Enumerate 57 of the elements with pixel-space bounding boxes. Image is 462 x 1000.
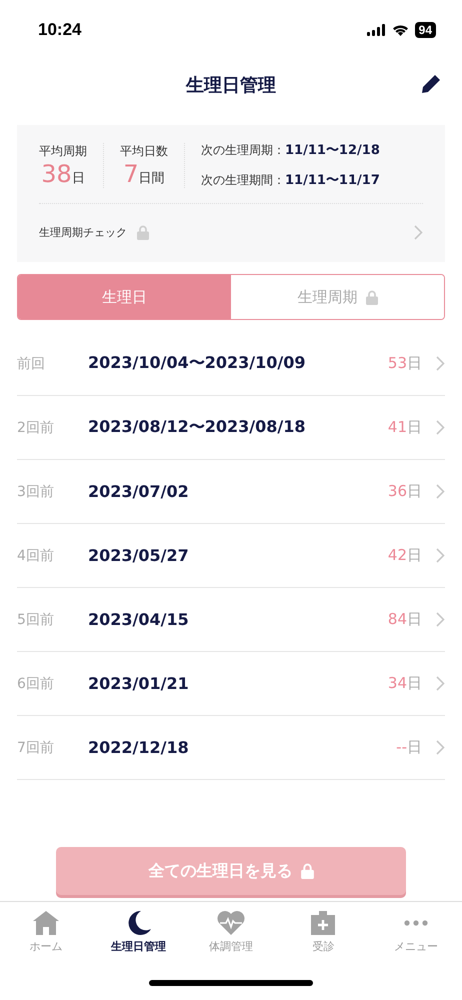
wifi-icon (392, 24, 409, 36)
record-row[interactable]: 2回前 2023/08/12〜2023/08/18 41日 (17, 396, 445, 460)
record-days: 42 日 (388, 546, 422, 565)
chevron-icon (436, 484, 445, 499)
chevron-icon (414, 225, 423, 240)
medical-bag-icon (309, 910, 338, 936)
house-icon (32, 910, 60, 936)
tab-bar-item[interactable]: 生理日管理 (92, 902, 185, 966)
chevron-icon (436, 612, 445, 627)
chevron-icon (436, 676, 445, 691)
record-days: --日 (396, 738, 422, 757)
record-dates: 2023/07/02 (88, 482, 190, 501)
pencil-icon[interactable] (420, 73, 442, 95)
next-label: 次の生理期間： (201, 172, 285, 188)
record-order: 6回前 (17, 674, 55, 692)
record-dates: 2022/12/18 (88, 738, 190, 757)
record-row[interactable]: 4回前 2023/05/27 42 日 (17, 524, 445, 588)
battery-level: 94 (414, 22, 436, 38)
record-order: 7回前 (17, 738, 55, 756)
status-time: 10:24 (38, 20, 82, 40)
record-days: 53日 (388, 354, 422, 373)
record-row[interactable]: 5回前 2023/04/15 84日 (17, 588, 445, 652)
heartbeat-icon (217, 910, 246, 936)
more-icon (404, 920, 428, 926)
record-days: 34日 (388, 674, 422, 693)
record-row[interactable]: 3回前 2023/07/02 36日 (17, 460, 445, 524)
record-order: 5回前 (17, 610, 55, 628)
cycle-check-label: 生理周期チェック (39, 225, 127, 240)
record-dates: 2023/08/12〜2023/08/18 (88, 417, 306, 438)
page-title: 生理日管理 (186, 74, 276, 97)
next-value: 11/11〜11/17 (285, 172, 380, 189)
record-days: 84日 (388, 610, 422, 629)
record-order: 2回前 (17, 418, 55, 436)
record-dates: 2023/04/15 (88, 610, 190, 629)
record-row[interactable]: 前回 2023/10/04〜2023/10/09 53日 (17, 332, 445, 396)
signal-icon (366, 24, 386, 36)
chevron-icon (436, 548, 445, 563)
record-dates: 2023/05/27 (88, 546, 190, 565)
record-order: 4回前 (17, 546, 55, 564)
record-order: 3回前 (17, 482, 55, 500)
record-dates: 2023/01/21 (88, 674, 190, 693)
stat-label: 平均周期 (39, 142, 87, 160)
record-days: 36日 (388, 482, 422, 501)
record-row[interactable]: 6回前 2023/01/21 34日 (17, 652, 445, 716)
next-label: 次の生理周期： (201, 142, 285, 158)
chevron-icon (436, 420, 445, 435)
record-dates: 2023/10/04〜2023/10/09 (88, 353, 306, 374)
stat-value: 38 日 (41, 160, 85, 188)
next-value: 11/11〜12/18 (285, 142, 380, 159)
record-order: 前回 (17, 354, 46, 372)
stat-label: 平均日数 (120, 142, 168, 160)
cycle-check-link[interactable]: 生理周期チェック (39, 204, 423, 261)
stat-value: 7 日間 (123, 160, 165, 188)
chevron-icon (436, 740, 445, 755)
chevron-icon (436, 356, 445, 371)
record-days: 41日 (388, 418, 422, 437)
record-row[interactable]: 7回前 2022/12/18 --日 (17, 716, 445, 780)
